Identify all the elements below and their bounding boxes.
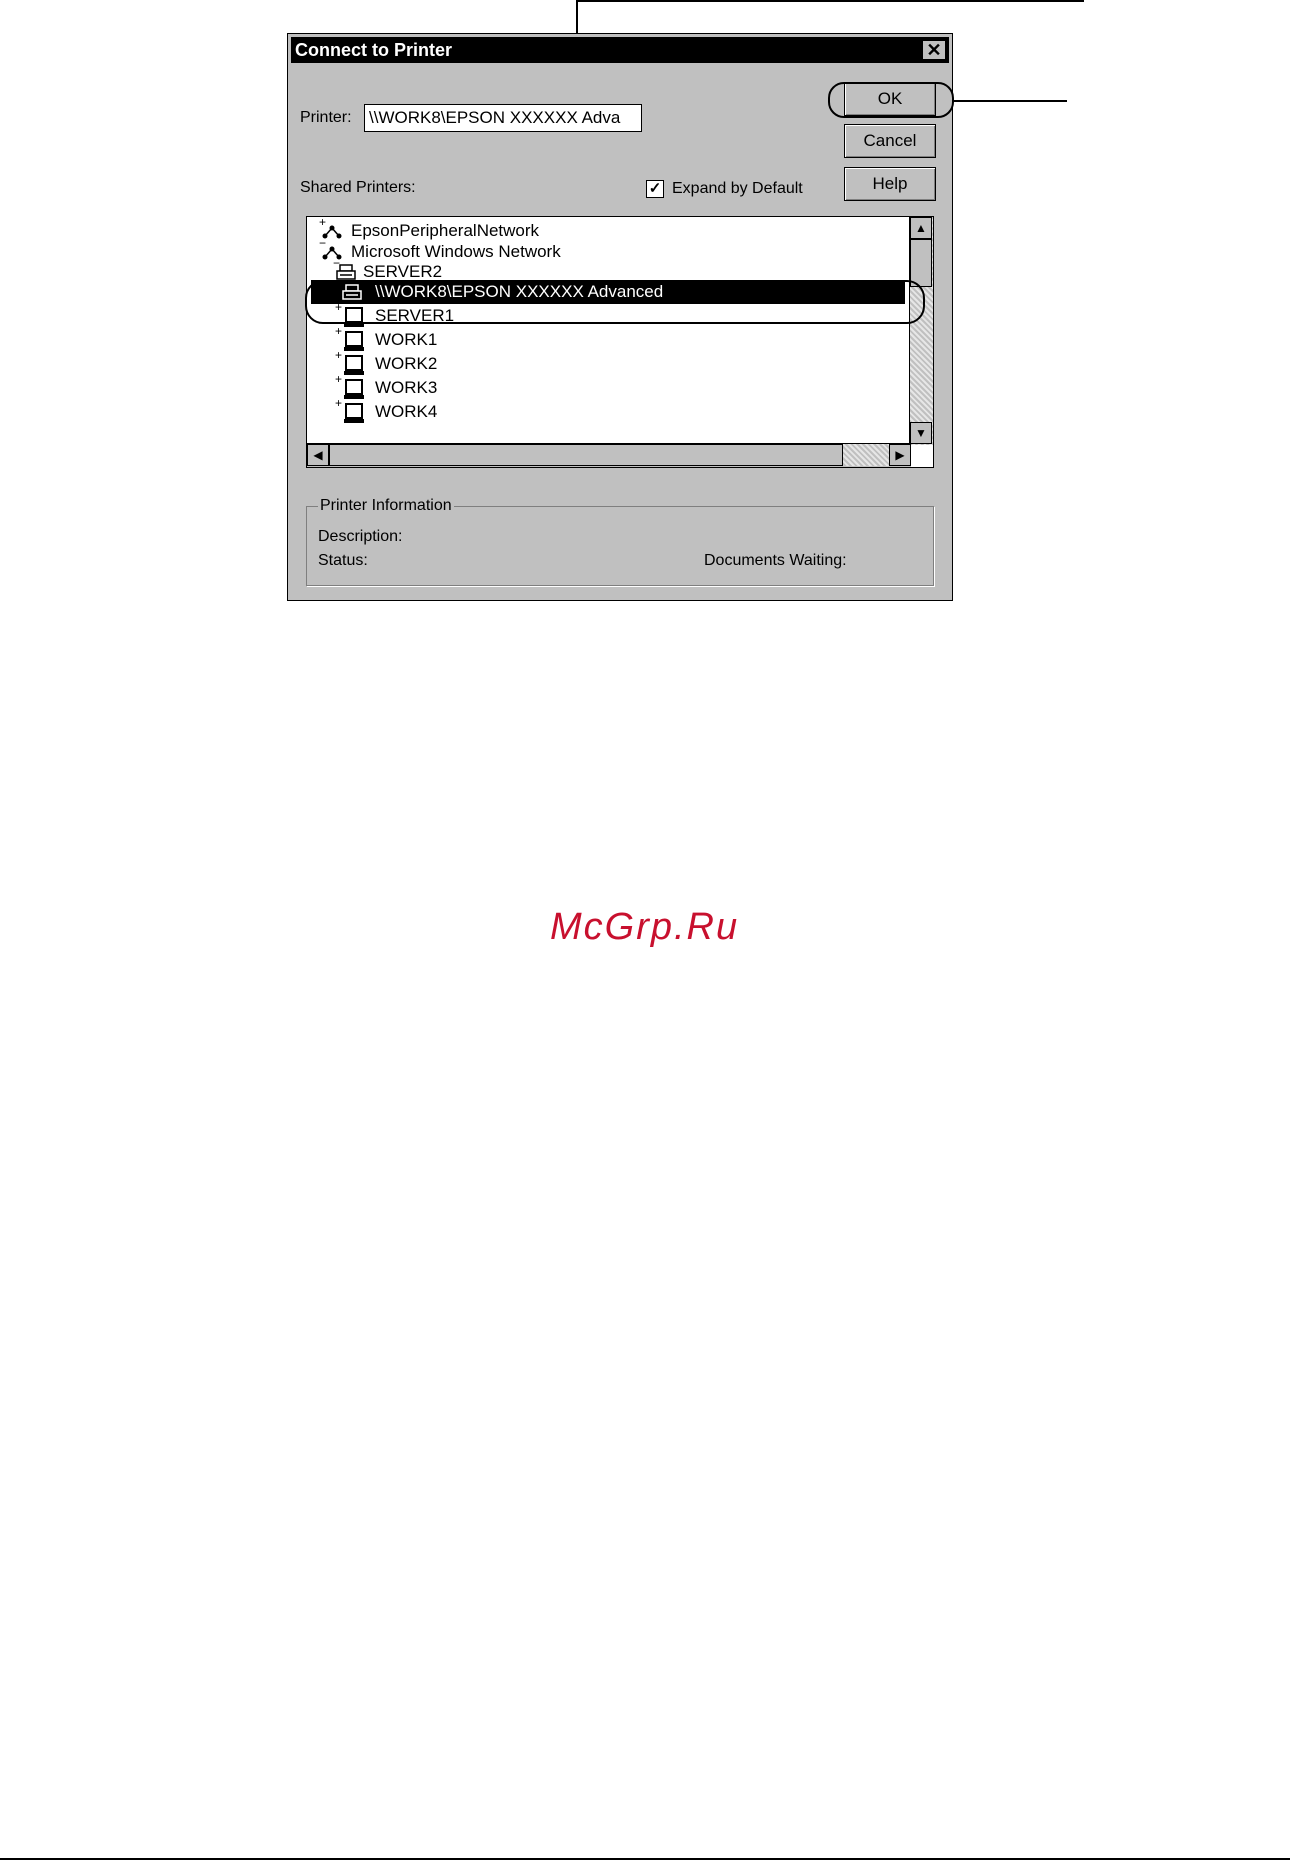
- ok-highlight-callout: [828, 82, 954, 118]
- vertical-scroll-thumb[interactable]: [910, 239, 932, 287]
- checkmark-icon: ✓: [648, 180, 662, 197]
- horizontal-scroll-track[interactable]: [329, 444, 889, 466]
- expand-icon: +: [335, 396, 343, 410]
- expand-icon: +: [335, 324, 343, 338]
- scroll-up-button[interactable]: ▲: [910, 217, 932, 239]
- status-label: Status:: [318, 552, 368, 569]
- computer-icon: [344, 355, 364, 375]
- expand-icon: +: [335, 348, 343, 362]
- close-icon: ✕: [926, 40, 942, 60]
- description-label: Description:: [318, 528, 403, 545]
- printer-icon: [335, 263, 356, 281]
- expand-by-default-label: Expand by Default: [672, 180, 803, 197]
- help-button[interactable]: Help: [844, 167, 936, 201]
- scroll-right-button[interactable]: ▶: [889, 444, 911, 466]
- horizontal-scroll-thumb[interactable]: [329, 444, 843, 466]
- printer-label: Printer:: [300, 109, 352, 126]
- title-bar: Connect to Printer ✕: [291, 37, 949, 63]
- printer-information-legend: Printer Information: [318, 496, 454, 516]
- expand-by-default-checkbox[interactable]: ✓: [646, 180, 664, 198]
- connect-to-printer-dialog: Connect to Printer ✕ Printer: \\WORK8\EP…: [287, 33, 954, 601]
- tree-item-label: WORK2: [375, 354, 438, 373]
- watermark: McGrp.Ru: [550, 906, 740, 948]
- expand-icon: +: [335, 372, 343, 386]
- printer-input[interactable]: \\WORK8\EPSON XXXXXX Adva: [364, 104, 642, 132]
- scroll-left-button[interactable]: ◀: [307, 444, 329, 466]
- shared-printers-label: Shared Printers:: [300, 179, 416, 196]
- dialog-title: Connect to Printer: [295, 40, 453, 60]
- callout-line-ok: [952, 100, 1067, 102]
- vertical-scrollbar[interactable]: ▲ ▼: [909, 217, 933, 445]
- tree-item-label: WORK3: [375, 378, 438, 397]
- cancel-button[interactable]: Cancel: [844, 124, 936, 158]
- selected-printer-callout: [305, 280, 925, 324]
- computer-icon: [344, 403, 364, 423]
- close-button[interactable]: ✕: [922, 40, 946, 60]
- documents-waiting-label: Documents Waiting:: [704, 552, 847, 569]
- callout-line-top: [576, 0, 1084, 2]
- tree-item-label: WORK4: [375, 402, 438, 421]
- tree-item-label: WORK1: [375, 330, 438, 349]
- horizontal-scrollbar[interactable]: ◀ ▶: [307, 443, 911, 467]
- computer-icon: [344, 331, 364, 351]
- scroll-down-button[interactable]: ▼: [910, 422, 932, 444]
- computer-icon: [344, 379, 364, 399]
- shared-printers-tree[interactable]: + EpsonPeripheralNetwork − Microsoft Win…: [306, 216, 934, 468]
